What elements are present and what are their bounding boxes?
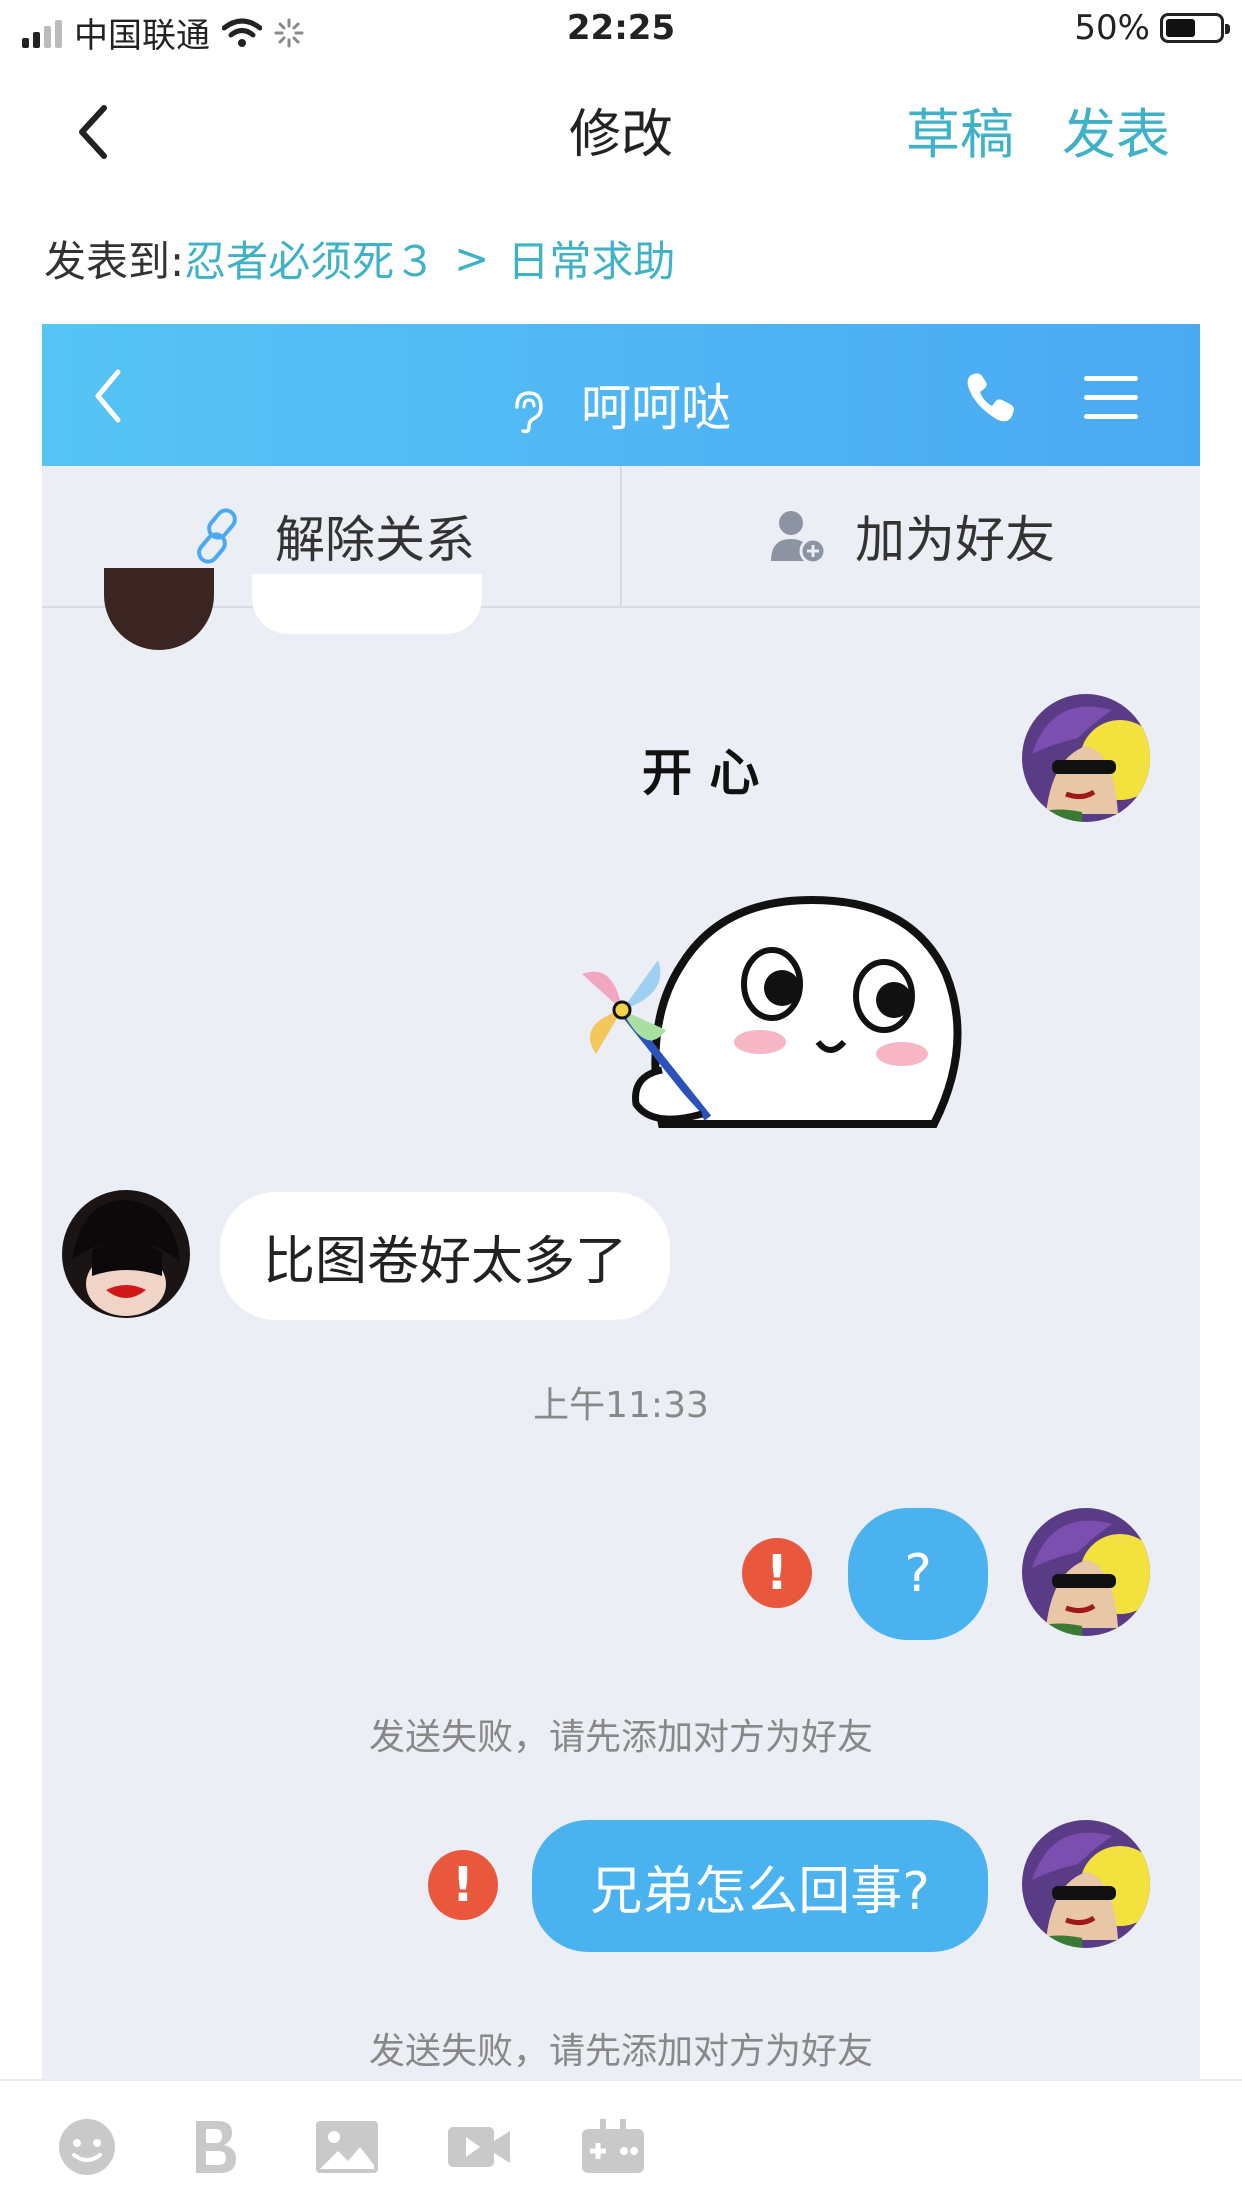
- message-text: 比图卷好太多了: [262, 1231, 627, 1292]
- unlink-icon: [197, 508, 237, 564]
- breadcrumb-separator: >: [454, 234, 490, 283]
- send-failed-icon: !: [428, 1850, 498, 1920]
- chat-header: 呵呵哒: [42, 324, 1200, 466]
- avatar: [62, 1190, 190, 1318]
- add-friend-icon: [771, 511, 827, 565]
- add-friend-label: 加为好友: [855, 511, 1055, 569]
- ear-icon: [515, 390, 543, 433]
- forum-link[interactable]: 忍者必须死３: [184, 228, 436, 289]
- game-icon[interactable]: [578, 2115, 648, 2179]
- phone-icon: [967, 373, 1014, 422]
- menu-icon: [1084, 376, 1138, 419]
- avatar: [104, 568, 214, 650]
- message-bubble: 比图卷好太多了: [220, 1192, 670, 1320]
- emoji-icon[interactable]: [52, 2115, 122, 2179]
- contact-name: 呵呵哒: [580, 379, 731, 437]
- draft-button[interactable]: 草稿: [906, 90, 1014, 169]
- sticker-caption: 开 心: [642, 744, 759, 802]
- unlink-label: 解除关系: [275, 511, 475, 569]
- message-bubble: [252, 574, 482, 634]
- message-timestamp: 上午11:33: [533, 1385, 709, 1426]
- chat-action-bar: 解除关系 加为好友: [42, 466, 1200, 608]
- editor-toolbar: [0, 2079, 1242, 2208]
- message-bubble: ?: [848, 1508, 988, 1640]
- message-bubble: 兄弟怎么回事?: [532, 1820, 988, 1952]
- chat-title: 呵呵哒: [42, 368, 1200, 440]
- page-title: 修改: [568, 105, 673, 165]
- send-failed-note: 发送失败，请先添加对方为好友: [368, 1717, 873, 1758]
- message-text: ?: [904, 1544, 932, 1604]
- status-time: 22:25: [566, 8, 676, 48]
- battery-percent: 50%: [1074, 8, 1150, 48]
- attached-image[interactable]: 呵呵哒 解除关系 加为好友 开 心 比图卷好太多了 上午11:33 ! ? 发送…: [42, 324, 1200, 2079]
- nav-bar: 修改 草稿 发表: [0, 60, 1242, 190]
- message-text: 兄弟怎么回事?: [590, 1861, 930, 1922]
- status-bar: 中国联通 22:25 50%: [0, 0, 1242, 60]
- battery-icon: [1160, 13, 1230, 43]
- add-friend-action: 加为好友: [620, 466, 1200, 606]
- video-icon[interactable]: [444, 2115, 514, 2179]
- bold-icon[interactable]: [178, 2115, 248, 2179]
- status-right: 50%: [1074, 8, 1230, 48]
- post-to-bar: 发表到: 忍者必须死３ > 日常求助: [44, 228, 675, 289]
- avatar: [1022, 1508, 1150, 1636]
- post-to-label: 发表到:: [44, 237, 185, 286]
- image-icon[interactable]: [312, 2115, 382, 2179]
- board-link[interactable]: 日常求助: [507, 228, 675, 289]
- avatar: [1022, 1820, 1150, 1948]
- send-failed-icon: !: [742, 1538, 812, 1608]
- publish-button[interactable]: 发表: [1062, 90, 1170, 169]
- send-failed-note: 发送失败，请先添加对方为好友: [368, 2031, 873, 2072]
- sticker-happy: 开 心: [562, 724, 1042, 1144]
